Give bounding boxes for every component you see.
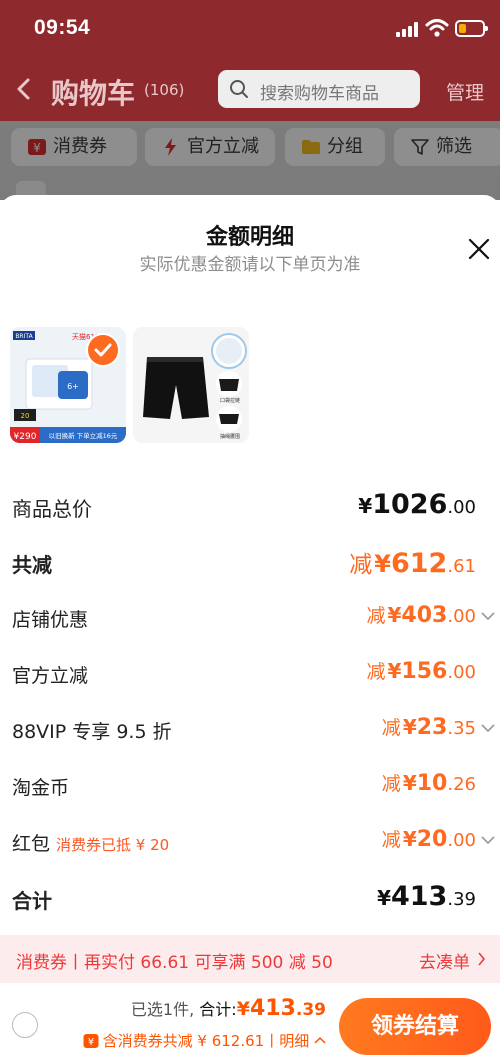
selected-count: 已选1件, xyxy=(130,1000,195,1019)
row-label: 共减 xyxy=(12,553,52,577)
chevron-down-icon[interactable] xyxy=(481,835,495,845)
product-thumbnail[interactable]: BRITA 天猫618 6+ 20 ¥290 以旧换新 下单立减16元 xyxy=(10,327,126,443)
row-label: 店铺优惠 xyxy=(12,609,89,631)
go-add-items-link[interactable]: 去凑单 xyxy=(419,948,470,973)
chip-label: 筛选 xyxy=(436,136,472,157)
total-amount: ¥413.39 xyxy=(236,996,326,1021)
image-label-1: 口袋拉链 xyxy=(220,397,240,404)
image-label-2: 抽绳腰围 xyxy=(220,433,240,440)
search-placeholder: 搜索购物车商品 xyxy=(260,84,379,104)
manage-button[interactable]: 管理 xyxy=(446,78,484,105)
amount-detail-sheet: 金额明细 实际优惠金额请以下单页为准 BRITA 天猫618 6+ 20 ¥29… xyxy=(0,195,500,1061)
chevron-down-icon[interactable] xyxy=(481,723,495,733)
search-input[interactable]: 搜索购物车商品 xyxy=(218,70,420,108)
cart-count: (106) xyxy=(144,81,185,99)
chip-coupon[interactable]: ¥ 消费券 xyxy=(11,128,137,166)
row-total-reduction: 共减 减¥612.61 xyxy=(0,543,500,583)
chip-group[interactable]: 分组 xyxy=(285,128,385,166)
chip-official-discount[interactable]: 官方立减 xyxy=(145,128,275,166)
search-icon xyxy=(230,80,248,98)
page-title: 购物车 xyxy=(51,77,136,110)
select-all-radio[interactable] xyxy=(12,1012,38,1038)
pack-badge: 6+ xyxy=(67,382,79,391)
row-value: 减 ¥20.00 xyxy=(381,827,476,852)
product-thumbnail[interactable]: 口袋拉链 抽绳腰围 xyxy=(133,327,249,443)
selected-summary: 已选1件, 合计:¥413.39 xyxy=(131,996,326,1021)
row-sublabel: 消费券已抵 ¥ 20 xyxy=(56,836,170,854)
row-taojinbi: 淘金币 减 ¥10.26 xyxy=(0,767,500,807)
pack-count: 20 xyxy=(21,412,30,420)
battery-icon xyxy=(455,20,488,37)
wifi-icon xyxy=(425,19,449,37)
checkout-button[interactable]: 领券结算 xyxy=(339,998,491,1055)
chevron-up-icon xyxy=(314,1036,326,1044)
row-88vip-discount[interactable]: 88VIP 专享 9.5 折 减 ¥23.35 xyxy=(0,711,500,751)
coupon-promo-bar[interactable]: 消费券丨再实付 66.61 可享满 500 减 50 去凑单 xyxy=(0,935,500,983)
row-value: 减 ¥23.35 xyxy=(381,715,476,740)
row-label: 合计 xyxy=(12,889,52,913)
coupon-promo-text: 消费券丨再实付 66.61 可享满 500 减 50 xyxy=(16,953,333,973)
cellular-signal-icon xyxy=(396,22,420,37)
svg-text:¥: ¥ xyxy=(87,1037,93,1048)
row-red-packet[interactable]: 红包 消费券已抵 ¥ 20 减 ¥20.00 xyxy=(0,823,500,863)
filter-chips: ¥ 消费券 官方立减 分组 筛选 xyxy=(0,121,500,200)
chip-filter[interactable]: 筛选 xyxy=(394,128,500,166)
sheet-subtitle: 实际优惠金额请以下单页为准 xyxy=(139,255,361,275)
row-goods-total: 商品总价 ¥1026.00 xyxy=(0,487,500,527)
row-official-discount: 官方立减 减 ¥156.00 xyxy=(0,655,500,695)
chip-label: 消费券 xyxy=(53,136,107,157)
close-icon[interactable] xyxy=(467,237,491,261)
row-label: 官方立减 xyxy=(12,665,89,687)
chevron-right-icon xyxy=(478,952,486,966)
sheet-title: 金额明细 xyxy=(205,225,294,250)
row-label: 淘金币 xyxy=(12,777,70,799)
total-label: 合计: xyxy=(199,1000,237,1019)
row-value: 减 ¥156.00 xyxy=(366,659,476,684)
chip-label: 官方立减 xyxy=(187,136,259,157)
coupon-icon: ¥ xyxy=(83,1034,99,1048)
row-store-discount[interactable]: 店铺优惠 减 ¥403.00 xyxy=(0,599,500,639)
folder-icon xyxy=(302,140,320,154)
chip-label: 分组 xyxy=(327,136,363,157)
row-value: ¥1026.00 xyxy=(358,489,476,520)
chevron-down-icon[interactable] xyxy=(481,611,495,621)
detail-toggle[interactable]: 明细 xyxy=(279,1032,309,1050)
checkout-footer: 已选1件, 合计:¥413.39 ¥ 含消费券共减 ¥ 612.61丨明细 领券… xyxy=(0,992,500,1061)
row-value: 减 ¥403.00 xyxy=(366,603,476,628)
svg-text:BRITA: BRITA xyxy=(15,333,33,340)
row-label: 商品总价 xyxy=(12,497,92,521)
cart-header-overlay: 09:54 购物车 (106) 搜索购物车商品 管理 ¥ 消费券 官方立减 分组… xyxy=(0,0,500,200)
row-grand-total: 合计 ¥413.39 xyxy=(0,879,500,919)
row-label: 红包 消费券已抵 ¥ 20 xyxy=(12,833,170,855)
row-value: 减¥612.61 xyxy=(349,548,476,579)
back-arrow-icon[interactable] xyxy=(14,74,34,104)
row-value: 减 ¥10.26 xyxy=(381,771,476,796)
svg-text:¥: ¥ xyxy=(33,141,41,155)
promo-text: 以旧换新 下单立减16元 xyxy=(49,431,118,440)
lightning-icon xyxy=(165,138,176,156)
row-label: 88VIP 专享 9.5 折 xyxy=(12,721,172,743)
price-tag: ¥290 xyxy=(14,432,37,442)
cart-nav-bar: 购物车 (106) 搜索购物车商品 管理 xyxy=(0,62,500,118)
filter-icon xyxy=(411,139,429,155)
row-value: ¥413.39 xyxy=(377,881,476,912)
coupon-icon: ¥ xyxy=(28,139,46,155)
status-time: 09:54 xyxy=(34,16,91,39)
coupon-reduction-summary[interactable]: ¥ 含消费券共减 ¥ 612.61丨明细 xyxy=(83,1030,326,1051)
status-bar: 09:54 xyxy=(0,0,500,58)
shorts-product-image: 口袋拉链 抽绳腰围 xyxy=(133,327,249,443)
selected-check-icon[interactable] xyxy=(86,333,120,367)
